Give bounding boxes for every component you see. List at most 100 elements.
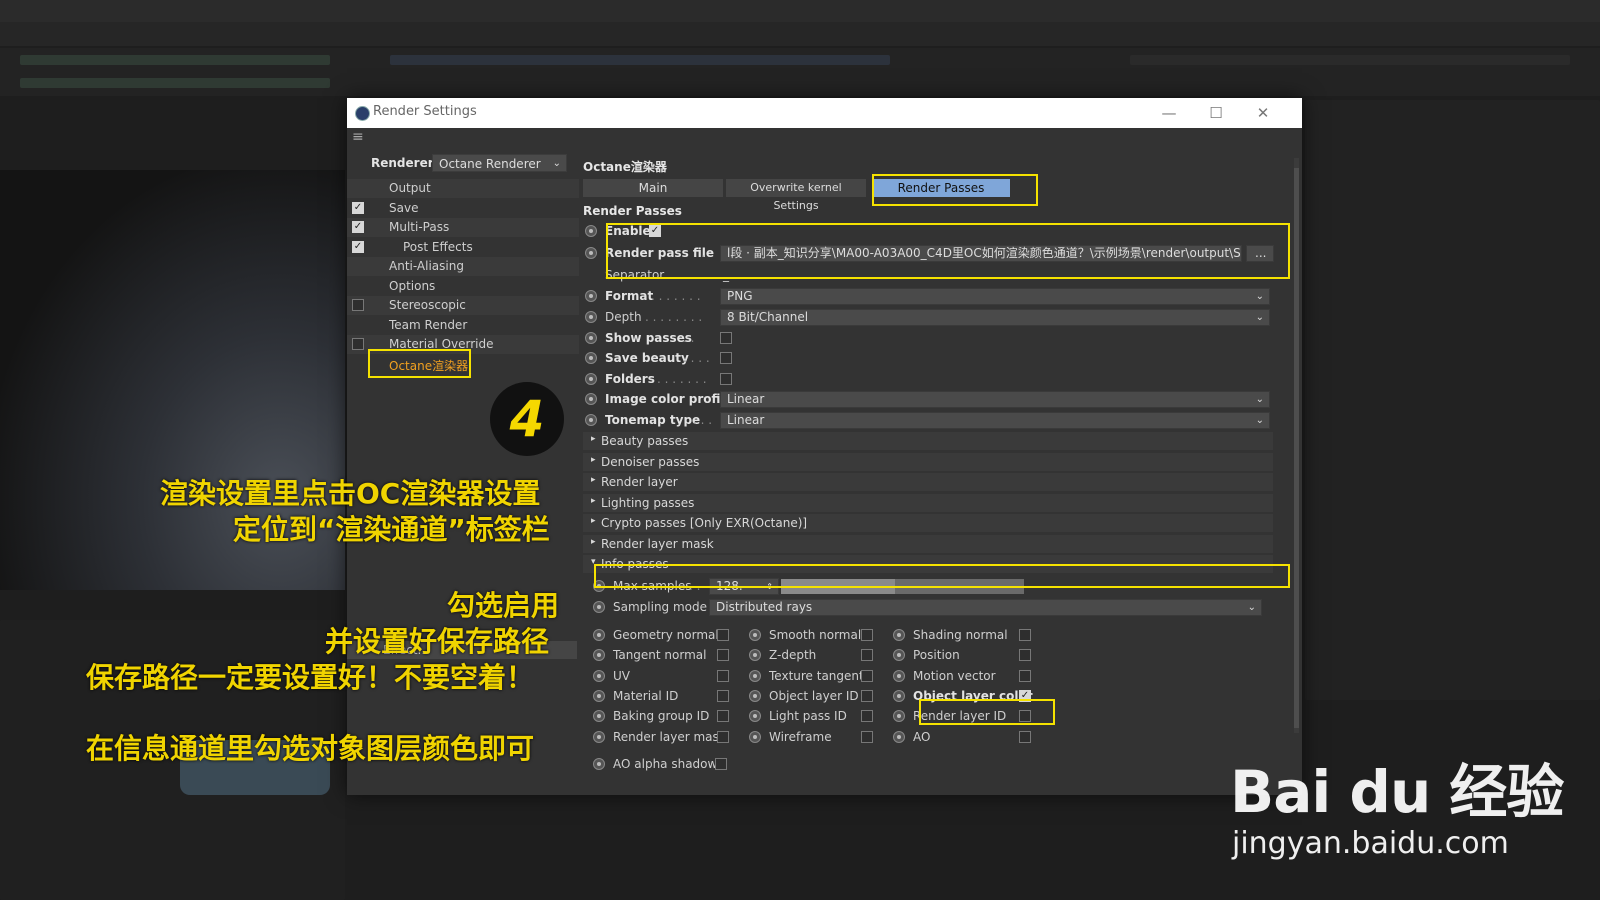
animate-radio-icon[interactable] [585, 414, 597, 426]
tab-overwrite-kernel-settings[interactable]: Overwrite kernel Settings [726, 179, 866, 212]
depth-select[interactable]: 8 Bit/Channel ⌄ [720, 309, 1270, 326]
label-dots: . [701, 246, 705, 260]
tonemap-select[interactable]: Linear ⌄ [720, 412, 1270, 429]
format-select[interactable]: PNG ⌄ [720, 288, 1270, 305]
tree-item-checkbox[interactable]: ✓ [352, 221, 364, 233]
tree-item-5[interactable]: Options [347, 277, 579, 296]
folders-checkbox[interactable] [720, 373, 732, 385]
maximize-button[interactable]: ☐ [1205, 102, 1227, 124]
animate-radio-icon[interactable] [585, 225, 597, 237]
scrollbar-thumb[interactable] [1294, 168, 1299, 728]
animate-radio-icon[interactable] [893, 689, 905, 702]
image-color-profile-select[interactable]: Linear ⌄ [720, 391, 1270, 408]
info-pass-label: Smooth normal [769, 628, 862, 642]
animate-radio-icon[interactable] [893, 710, 905, 723]
tab-main[interactable]: Main [583, 179, 723, 197]
sampling-mode-select[interactable]: Distributed rays ⌄ [709, 599, 1262, 616]
tree-item-1[interactable]: ✓ Save [347, 199, 579, 218]
stepper-icon[interactable]: ⇕ [766, 579, 773, 594]
animate-radio-icon[interactable] [893, 629, 905, 641]
animate-radio-icon[interactable] [749, 649, 761, 662]
animate-radio-icon[interactable] [593, 710, 605, 723]
animate-radio-icon[interactable] [585, 290, 597, 302]
info-pass-checkbox[interactable] [717, 689, 729, 702]
animate-radio-icon[interactable] [593, 580, 605, 592]
tree-item-6[interactable]: Stereoscopic [347, 296, 579, 315]
animate-radio-icon[interactable] [749, 710, 761, 723]
info-pass-checkbox[interactable] [1019, 730, 1031, 743]
max-samples-slider[interactable] [781, 579, 1024, 594]
info-pass-checkbox[interactable] [1019, 710, 1031, 723]
tree-item-2[interactable]: ✓ Multi-Pass [347, 218, 579, 237]
show-passes-checkbox[interactable] [720, 332, 732, 344]
info-pass-checkbox[interactable] [1019, 669, 1031, 682]
animate-radio-icon[interactable] [585, 332, 597, 344]
animate-radio-icon[interactable] [593, 601, 605, 613]
info-pass-checkbox[interactable] [1019, 629, 1031, 641]
animate-radio-icon[interactable] [585, 393, 597, 405]
info-pass-checkbox[interactable] [1019, 649, 1031, 662]
render-pass-file-input[interactable]: l段 · 副本_知识分享\MA00-A03A00_C4D里OC如何渲染颜色通道？… [720, 245, 1242, 262]
tree-item-0[interactable]: Output [347, 179, 579, 198]
info-pass-label: Shading normal [913, 628, 1008, 642]
hamburger-menu-icon[interactable]: ≡ [352, 130, 366, 144]
animate-radio-icon[interactable] [593, 629, 605, 641]
animate-radio-icon[interactable] [585, 247, 597, 259]
info-pass-checkbox[interactable]: ✓ [1019, 689, 1031, 702]
group-info-passes[interactable]: ▾ Info passes [583, 555, 1273, 573]
max-samples-input[interactable]: 128. ⇕ [709, 578, 779, 595]
tree-item-checkbox[interactable]: ✓ [352, 201, 364, 214]
info-pass-checkbox[interactable] [717, 730, 729, 743]
animate-radio-icon[interactable] [585, 311, 597, 323]
ao-alpha-shadow-checkbox[interactable] [715, 758, 727, 770]
tab-render-passes[interactable]: Render Passes [872, 179, 1010, 197]
animate-radio-icon[interactable] [749, 689, 761, 702]
info-pass-checkbox[interactable] [861, 629, 873, 641]
animate-radio-icon[interactable] [893, 730, 905, 743]
tree-item-checkbox[interactable] [352, 338, 364, 350]
info-pass-checkbox[interactable] [861, 710, 873, 723]
tree-item-label: Options [389, 278, 436, 293]
close-button[interactable]: ✕ [1252, 102, 1274, 124]
animate-radio-icon[interactable] [593, 689, 605, 702]
scrollbar[interactable] [1294, 158, 1299, 733]
browse-button[interactable]: ... [1246, 245, 1274, 262]
info-pass-checkbox[interactable] [717, 649, 729, 662]
animate-radio-icon[interactable] [593, 730, 605, 743]
animate-radio-icon[interactable] [593, 649, 605, 662]
group-crypto-passes[interactable]: ▸ Crypto passes [Only EXR(Octane)] [583, 514, 1273, 532]
animate-radio-icon[interactable] [749, 730, 761, 743]
animate-radio-icon[interactable] [593, 669, 605, 682]
tree-item-3[interactable]: ✓ Post Effects [347, 238, 579, 257]
tree-item-checkbox[interactable] [352, 299, 364, 311]
animate-radio-icon[interactable] [749, 669, 761, 682]
animate-radio-icon[interactable] [585, 352, 597, 364]
tree-item-9[interactable]: Octane渲染器 [347, 355, 579, 374]
group-render-layer[interactable]: ▸ Render layer [583, 473, 1273, 491]
info-pass-checkbox[interactable] [717, 669, 729, 682]
renderer-select[interactable]: Octane Renderer ⌄ [432, 154, 567, 172]
save-beauty-checkbox[interactable] [720, 352, 732, 364]
info-pass-checkbox[interactable] [717, 710, 729, 723]
animate-radio-icon[interactable] [585, 373, 597, 385]
tree-item-4[interactable]: Anti-Aliasing [347, 257, 579, 276]
info-pass-checkbox[interactable] [861, 730, 873, 743]
animate-radio-icon[interactable] [893, 649, 905, 662]
info-pass-checkbox[interactable] [861, 689, 873, 702]
info-pass-checkbox[interactable] [861, 669, 873, 682]
group-beauty-passes[interactable]: ▸ Beauty passes [583, 432, 1273, 450]
info-pass-checkbox[interactable] [717, 629, 729, 641]
info-pass-checkbox[interactable] [861, 649, 873, 662]
tree-item-checkbox[interactable]: ✓ [352, 240, 364, 253]
animate-radio-icon[interactable] [749, 629, 761, 641]
animate-radio-icon[interactable] [593, 758, 605, 770]
separator-value[interactable]: _ [723, 268, 729, 282]
tree-item-8[interactable]: Material Override [347, 335, 579, 354]
group-render-layer-mask[interactable]: ▸ Render layer mask [583, 535, 1273, 553]
minimize-button[interactable]: — [1158, 102, 1180, 124]
tree-item-7[interactable]: Team Render [347, 316, 579, 335]
group-denoiser-passes[interactable]: ▸ Denoiser passes [583, 453, 1273, 471]
animate-radio-icon[interactable] [893, 669, 905, 682]
group-lighting-passes[interactable]: ▸ Lighting passes [583, 494, 1273, 512]
enable-checkbox[interactable]: ✓ [649, 225, 661, 237]
